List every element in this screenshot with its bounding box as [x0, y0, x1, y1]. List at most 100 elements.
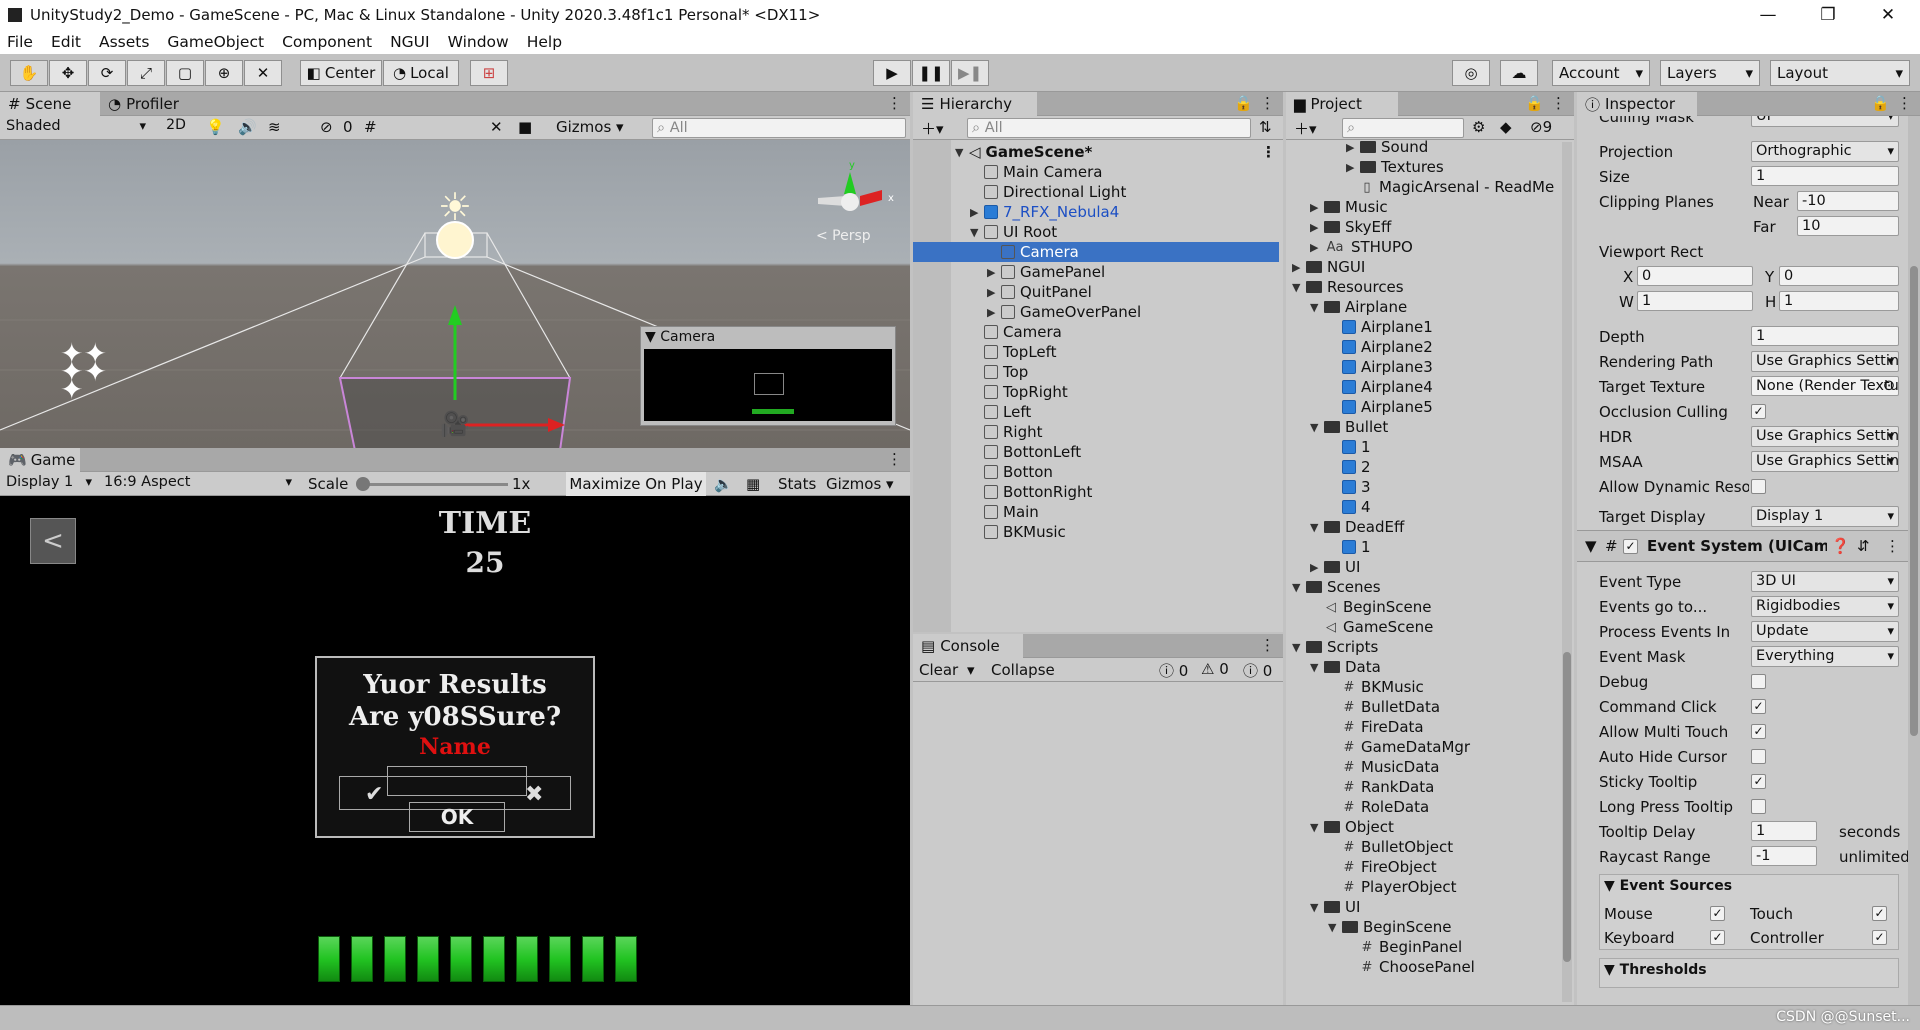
- keyboard-checkbox[interactable]: ✓: [1710, 930, 1725, 945]
- tab-game[interactable]: 🎮 Game: [0, 448, 80, 472]
- scale-slider-track[interactable]: [358, 483, 508, 486]
- move-tool-button[interactable]: ✥: [49, 60, 87, 86]
- project-item[interactable]: ▼ Scenes: [1286, 577, 1560, 597]
- menu-component[interactable]: Component: [282, 33, 372, 51]
- camera-gizmo-icon[interactable]: 🎥: [440, 410, 470, 438]
- chevron-down-icon[interactable]: ▼: [970, 226, 982, 239]
- projection-dropdown[interactable]: Orthographic: [1751, 141, 1899, 162]
- sticky-tooltip-checkbox[interactable]: ✓: [1751, 774, 1766, 789]
- chevron-down-icon[interactable]: ▼: [1292, 641, 1304, 654]
- menu-edit[interactable]: Edit: [51, 33, 81, 51]
- chevron-down-icon[interactable]: ▼: [1310, 661, 1322, 674]
- component-enabled-checkbox[interactable]: ✓: [1623, 539, 1638, 554]
- panel-menu-icon[interactable]: ⋮: [1260, 94, 1275, 112]
- hierarchy-item[interactable]: ▶ 7_RFX_Nebula4: [913, 202, 1279, 222]
- gizmos-dropdown[interactable]: Gizmos ▾: [556, 118, 624, 136]
- auto-hide-cursor-checkbox[interactable]: [1751, 749, 1766, 764]
- hierarchy-item[interactable]: ▶ GameOverPanel: [913, 302, 1279, 322]
- project-item[interactable]: ▼ Bullet: [1286, 417, 1560, 437]
- tab-console[interactable]: ▤ Console: [913, 634, 1023, 658]
- menu-window[interactable]: Window: [448, 33, 509, 51]
- rendering-path-dropdown[interactable]: Use Graphics Settings: [1751, 351, 1899, 372]
- project-item[interactable]: # BulletObject: [1286, 837, 1560, 857]
- project-item[interactable]: ▶ Aa STHUPO: [1286, 237, 1560, 257]
- lock-icon[interactable]: 🔒: [1871, 94, 1890, 112]
- project-item[interactable]: ▼ Object: [1286, 817, 1560, 837]
- project-item[interactable]: ▼ BeginScene: [1286, 917, 1560, 937]
- tooltip-delay-field[interactable]: 1: [1751, 821, 1817, 841]
- target-texture-field[interactable]: None (Render Texture)⊙: [1751, 376, 1899, 396]
- viewport-h-field[interactable]: 1: [1779, 291, 1899, 311]
- panel-menu-icon[interactable]: ⋮: [887, 94, 902, 112]
- project-item[interactable]: ▼ UI: [1286, 897, 1560, 917]
- project-item[interactable]: # RoleData: [1286, 797, 1560, 817]
- event-sources-header[interactable]: ▼ Event Sources: [1604, 878, 1732, 894]
- project-item[interactable]: ▶ UI: [1286, 557, 1560, 577]
- project-item[interactable]: Airplane1: [1286, 317, 1560, 337]
- chevron-right-icon[interactable]: ▶: [1346, 161, 1358, 174]
- preset-icon[interactable]: ⇵: [1857, 537, 1870, 555]
- rotate-tool-button[interactable]: ⟳: [88, 60, 126, 86]
- hierarchy-scene-root[interactable]: ▼ ◁ GameScene* ⋮: [955, 142, 1276, 162]
- hierarchy-item[interactable]: Main Camera: [913, 162, 1279, 182]
- far-field[interactable]: 10: [1797, 216, 1899, 236]
- project-item[interactable]: # BulletData: [1286, 697, 1560, 717]
- projection-label[interactable]: < Persp: [816, 228, 871, 244]
- chevron-down-icon[interactable]: ▼: [1292, 281, 1304, 294]
- create-dropdown[interactable]: ＋▾: [921, 118, 944, 139]
- name-input[interactable]: [387, 766, 527, 796]
- chevron-down-icon[interactable]: ▼: [1328, 921, 1340, 934]
- hierarchy-item[interactable]: Botton: [913, 462, 1279, 482]
- hierarchy-item[interactable]: TopRight: [913, 382, 1279, 402]
- help-icon[interactable]: ❓: [1831, 537, 1850, 555]
- maximize-button[interactable]: ❐: [1800, 0, 1856, 29]
- occlusion-culling-checkbox[interactable]: ✓: [1751, 404, 1766, 419]
- process-events-dropdown[interactable]: Update: [1751, 621, 1899, 642]
- project-item[interactable]: Airplane4: [1286, 377, 1560, 397]
- hierarchy-item[interactable]: Left: [913, 402, 1279, 422]
- hierarchy-item[interactable]: TopLeft: [913, 342, 1279, 362]
- project-item[interactable]: # FireObject: [1286, 857, 1560, 877]
- project-item[interactable]: ▼ Airplane: [1286, 297, 1560, 317]
- scene-orientation-gizmo[interactable]: y x: [810, 160, 900, 230]
- rect-tool-button[interactable]: ▢: [166, 60, 204, 86]
- hierarchy-item[interactable]: Main: [913, 502, 1279, 522]
- project-item[interactable]: # MusicData: [1286, 757, 1560, 777]
- near-field[interactable]: -10: [1797, 191, 1899, 211]
- hierarchy-item[interactable]: Right: [913, 422, 1279, 442]
- project-item[interactable]: # BKMusic: [1286, 677, 1560, 697]
- console-clear-button[interactable]: Clear: [919, 661, 958, 679]
- hierarchy-item[interactable]: Top: [913, 362, 1279, 382]
- project-item[interactable]: # RankData: [1286, 777, 1560, 797]
- project-item[interactable]: # BeginPanel: [1286, 937, 1560, 957]
- aspect-dropdown[interactable]: 16:9 Aspect: [100, 473, 296, 494]
- create-asset-dropdown[interactable]: ＋▾: [1294, 118, 1317, 139]
- hierarchy-search-input[interactable]: ⌕ All: [967, 118, 1251, 138]
- hidden-objects-icon[interactable]: ⊘: [320, 118, 333, 136]
- pivot-local-button[interactable]: ◔ Local: [383, 60, 459, 86]
- chevron-down-icon[interactable]: ▼: [1310, 821, 1322, 834]
- effects-icon[interactable]: ≋: [268, 118, 281, 136]
- scene-menu-icon[interactable]: ⋮: [1261, 143, 1276, 161]
- back-button[interactable]: <: [30, 518, 76, 564]
- transform-tool-button[interactable]: ⊕: [205, 60, 243, 86]
- mode-2d-toggle[interactable]: 2D: [160, 117, 192, 133]
- controller-checkbox[interactable]: ✓: [1872, 930, 1887, 945]
- display-grid-icon[interactable]: ▦: [746, 475, 760, 493]
- chevron-right-icon[interactable]: ▶: [1310, 241, 1322, 254]
- dynamic-resolution-checkbox[interactable]: [1751, 479, 1766, 494]
- panel-menu-icon[interactable]: ⋮: [887, 450, 902, 468]
- hierarchy-item[interactable]: BottonRight: [913, 482, 1279, 502]
- scene-search-input[interactable]: ⌕ All: [652, 118, 906, 138]
- chevron-right-icon[interactable]: ▶: [1310, 201, 1322, 214]
- project-item[interactable]: 3: [1286, 477, 1560, 497]
- custom-tool-button[interactable]: ✕: [244, 60, 282, 86]
- inspector-scroll-thumb[interactable]: [1910, 266, 1918, 736]
- project-item[interactable]: ▼ DeadEff: [1286, 517, 1560, 537]
- project-item[interactable]: ▼ Data: [1286, 657, 1560, 677]
- hierarchy-item[interactable]: ▼ UI Root: [913, 222, 1279, 242]
- hand-tool-button[interactable]: ✋: [10, 60, 48, 86]
- menu-gameobject[interactable]: GameObject: [167, 33, 264, 51]
- error-count-toggle[interactable]: ⓘ 0: [1243, 660, 1272, 681]
- minimize-button[interactable]: —: [1740, 0, 1796, 29]
